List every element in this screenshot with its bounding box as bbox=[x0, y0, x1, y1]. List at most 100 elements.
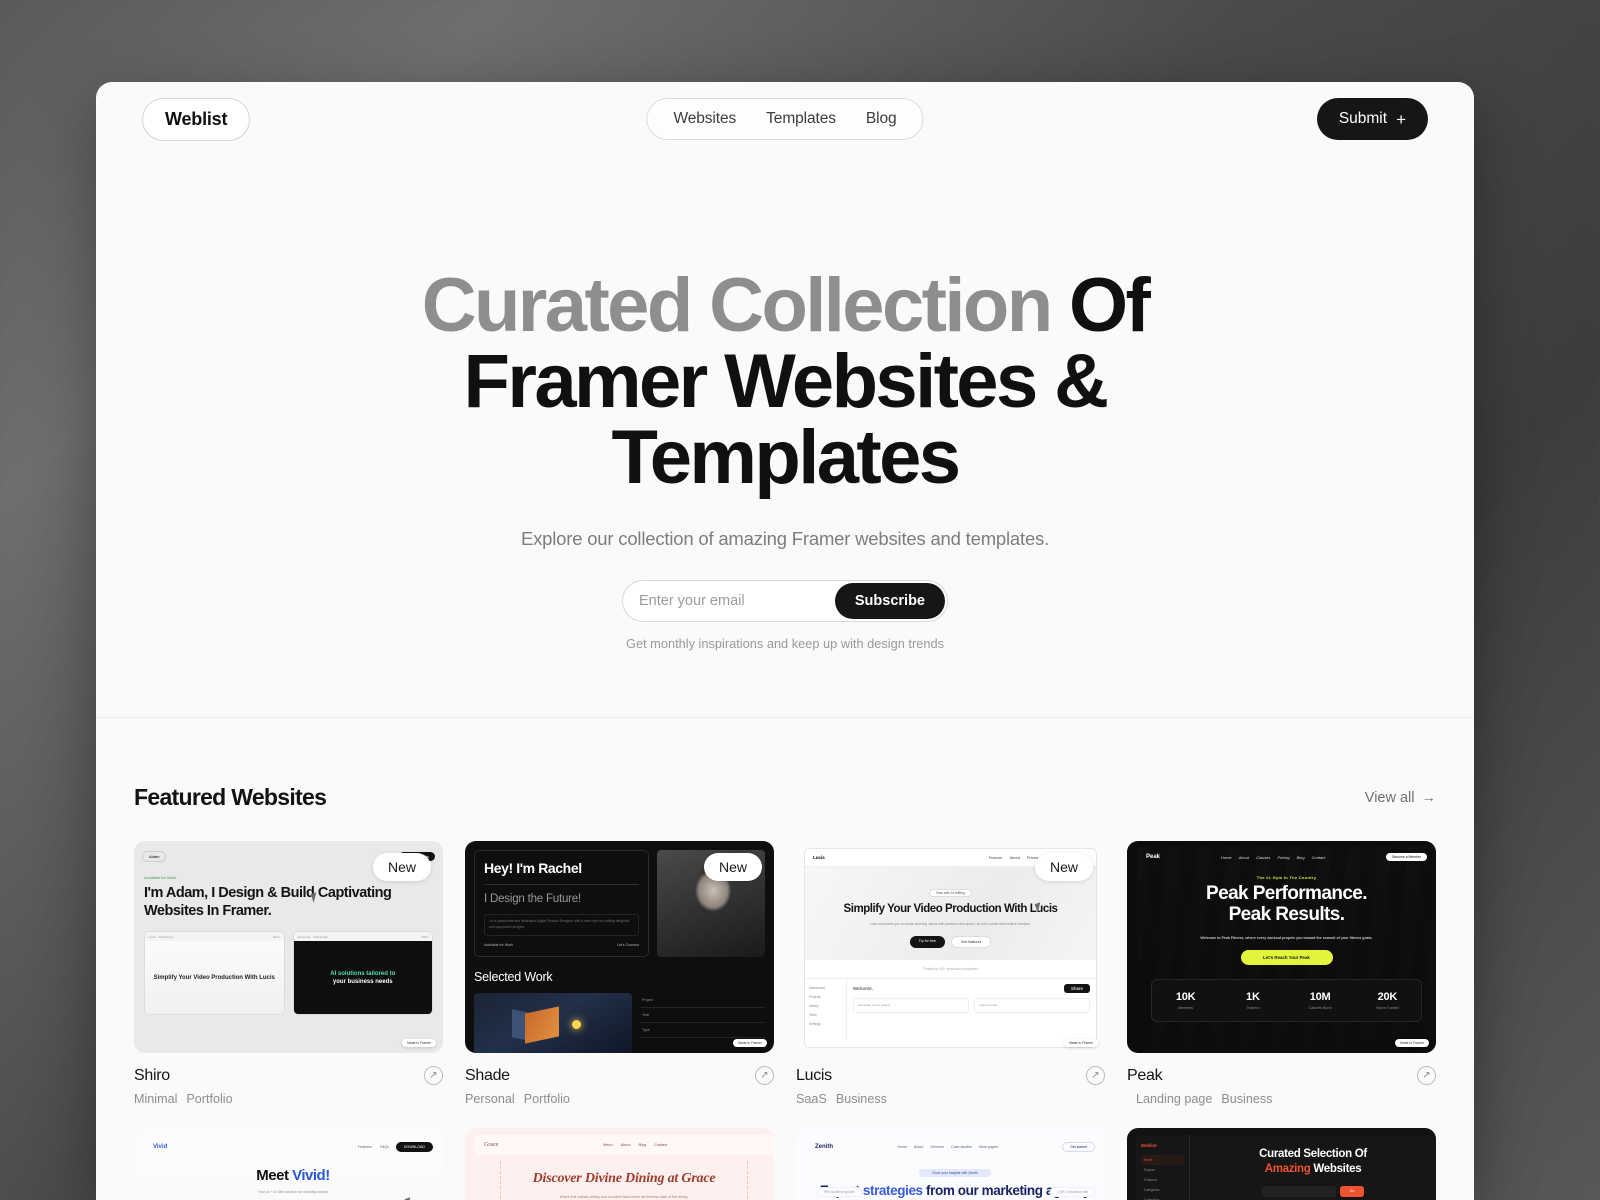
nav-item-blog[interactable]: Blog bbox=[866, 110, 897, 128]
preview-headline: Hey! I'm Rachel bbox=[484, 860, 582, 876]
preview-headline: Simplify Your Video Production With Luci… bbox=[843, 903, 1058, 915]
card-tag: Portfolio bbox=[186, 1092, 233, 1106]
nav-item: About bbox=[620, 1143, 631, 1147]
featured-section: Featured Websites View all → New Adam Bo… bbox=[96, 718, 1474, 1200]
nav-item: Feature bbox=[988, 855, 1003, 860]
preview-chip: Now with AI editing bbox=[929, 889, 972, 897]
card-tag: Business bbox=[1221, 1092, 1273, 1106]
preview-headline: Discover Divine Dining at Grace bbox=[532, 1171, 716, 1186]
card-title-row: Shiro ↗ bbox=[134, 1066, 443, 1085]
website-card-shiro[interactable]: New Adam Book Insights Available for Wor… bbox=[134, 841, 443, 1106]
preview-brand: Weblist bbox=[1141, 1143, 1157, 1148]
preview-paragraph: Lucis empowers you to create stunning vi… bbox=[869, 922, 1032, 927]
preview-work-grid: Project Year Type bbox=[474, 992, 765, 1053]
preview-app-title: Welcome, bbox=[853, 985, 873, 991]
nav-item: More pages bbox=[978, 1145, 998, 1149]
nav-item: Blog bbox=[1296, 854, 1305, 860]
preview-brand: Grace bbox=[484, 1142, 499, 1148]
sidebar-item: Home bbox=[1141, 1155, 1184, 1165]
preview-cta: Get started bbox=[1062, 1142, 1095, 1152]
card-tags: SaaS Business bbox=[796, 1092, 1105, 1106]
card-thumbnail[interactable]: New Hey! I'm Rachel I Design the Future!… bbox=[465, 841, 774, 1053]
framer-badge: Made in Framer bbox=[1395, 1039, 1429, 1047]
preview-brand: Peak bbox=[1146, 854, 1161, 860]
subscribe-button[interactable]: Subscribe bbox=[834, 583, 945, 619]
nav-item: Blog bbox=[638, 1143, 647, 1147]
nav-item: Classes bbox=[1256, 854, 1271, 860]
website-card-shade[interactable]: New Hey! I'm Rachel I Design the Future!… bbox=[465, 841, 774, 1106]
card-title-row: Shade ↗ bbox=[465, 1066, 774, 1085]
nav-item: About bbox=[1009, 855, 1020, 860]
page-title-muted: Curated Collection bbox=[421, 263, 1070, 348]
card-thumbnail[interactable]: New Adam Book Insights Available for Wor… bbox=[134, 841, 443, 1053]
external-link-icon[interactable]: ↗ bbox=[755, 1066, 774, 1085]
stat-label: Hours Trained bbox=[1376, 1006, 1399, 1011]
preview-cta: Let's Connect bbox=[617, 942, 639, 947]
card-tag: Personal bbox=[465, 1092, 515, 1106]
nav-item-websites[interactable]: Websites bbox=[673, 110, 736, 128]
external-link-icon[interactable]: ↗ bbox=[1417, 1066, 1436, 1085]
card-title: Peak bbox=[1127, 1066, 1163, 1084]
preview-headline: I'm Adam, I Design & Build Captivating W… bbox=[144, 885, 392, 919]
pane-label: Automate · Webdesign bbox=[297, 934, 328, 939]
hero-subtitle: Explore our collection of amazing Framer… bbox=[520, 528, 1050, 549]
preview-paragraph: Your AI + Al Ofa solution for stunning v… bbox=[258, 1190, 328, 1194]
card-thumbnail[interactable]: Weblist Home Explore Featured Categories… bbox=[1127, 1128, 1436, 1200]
view-all-link[interactable]: View all → bbox=[1365, 790, 1436, 806]
preview-secondary-button: See features bbox=[951, 935, 992, 948]
preview-brand: Lucis bbox=[813, 855, 825, 860]
nav-item: About bbox=[913, 1145, 924, 1149]
preview-search-button: Go bbox=[1339, 1185, 1365, 1197]
pane-text-accent: AI solutions tailored to bbox=[330, 971, 396, 978]
website-card-lucis[interactable]: New Lucis Feature About Pricing Contact … bbox=[796, 841, 1105, 1106]
website-card-vivid[interactable]: Vivid Features FAQs DOWNLOAD Meet Vivid!… bbox=[134, 1128, 443, 1200]
headline-plain: Meet bbox=[256, 1167, 293, 1184]
card-thumbnail[interactable]: Zenith Home About Services Case studies … bbox=[796, 1128, 1105, 1200]
preview-primary-button: Try for free bbox=[909, 935, 946, 948]
external-link-icon[interactable]: ↗ bbox=[424, 1066, 443, 1085]
nav-item: Case studies bbox=[951, 1145, 972, 1149]
hero-section: Curated Collection Of Framer Websites & … bbox=[96, 156, 1474, 718]
floating-stat: 98% Audience growth bbox=[817, 1187, 862, 1197]
sidebar-item: Collections bbox=[1144, 1198, 1160, 1200]
preview-stats: 10K Members 1K Trainers 10M Calories Burnt … bbox=[1151, 979, 1422, 1023]
pane-year: 2024 bbox=[421, 934, 428, 939]
preview-section-title: Selected Work bbox=[474, 969, 553, 984]
nav-item-templates[interactable]: Templates bbox=[766, 110, 836, 128]
headline-part-2: Websites bbox=[1310, 1162, 1362, 1175]
site-logo[interactable]: Weblist bbox=[142, 97, 251, 141]
website-card-zenith[interactable]: Zenith Home About Services Case studies … bbox=[796, 1128, 1105, 1200]
preview-paragraph: Where true culinary artistry and a moder… bbox=[559, 1195, 689, 1199]
card-tag: Minimal bbox=[134, 1092, 178, 1106]
nav-item: Contact bbox=[1311, 854, 1326, 860]
card-tags: Landing page Business bbox=[1127, 1092, 1436, 1106]
card-tags: Personal Portfolio bbox=[465, 1092, 774, 1106]
website-grid: New Adam Book Insights Available for Wor… bbox=[134, 841, 1436, 1200]
preview-kicker: The #1 Gym In The Country bbox=[1256, 875, 1317, 880]
framer-badge: Made in Framer bbox=[733, 1039, 767, 1047]
nav-item: Contact bbox=[654, 1143, 668, 1147]
status-badge: New bbox=[703, 853, 762, 881]
card-thumbnail[interactable]: Grace Menu About Blog Contact Discover D… bbox=[465, 1128, 774, 1200]
external-link-icon[interactable]: ↗ bbox=[1086, 1066, 1105, 1085]
nav-item: Features bbox=[357, 1145, 372, 1149]
website-card-curated[interactable]: Weblist Home Explore Featured Categories… bbox=[1127, 1128, 1436, 1200]
website-card-peak[interactable]: Peak Home About Classes Pricing Blog Con… bbox=[1127, 841, 1436, 1106]
submit-button[interactable]: Submit + bbox=[1316, 98, 1428, 140]
preview-headline: Curated Selection Of Amazing Websites bbox=[1200, 1147, 1426, 1177]
card-tag: Business bbox=[835, 1092, 887, 1106]
card-thumbnail[interactable]: Peak Home About Classes Pricing Blog Con… bbox=[1127, 841, 1436, 1053]
preview-brand: Adam bbox=[142, 850, 167, 862]
preview-button: Let's Reach Your Peak bbox=[1240, 950, 1333, 966]
preview-brand: Zenith bbox=[815, 1144, 833, 1150]
card-thumbnail[interactable]: New Lucis Feature About Pricing Contact … bbox=[796, 841, 1105, 1053]
headline-line-2: Peak Results. bbox=[1228, 903, 1345, 925]
card-thumbnail[interactable]: Vivid Features FAQs DOWNLOAD Meet Vivid!… bbox=[134, 1128, 443, 1200]
preview-cta: Become a Member bbox=[1386, 853, 1427, 861]
website-card-grace[interactable]: Grace Menu About Blog Contact Discover D… bbox=[465, 1128, 774, 1200]
nav-item: Home bbox=[897, 1145, 907, 1149]
preview-pane-right: Automate · Webdesign 2024 AI solutions ta… bbox=[292, 931, 433, 1016]
app-window: Weblist Websites Templates Blog Submit +… bbox=[96, 82, 1474, 1200]
headline-accent: Vivid! bbox=[292, 1167, 330, 1184]
stat-value: 20K bbox=[1377, 991, 1398, 1004]
